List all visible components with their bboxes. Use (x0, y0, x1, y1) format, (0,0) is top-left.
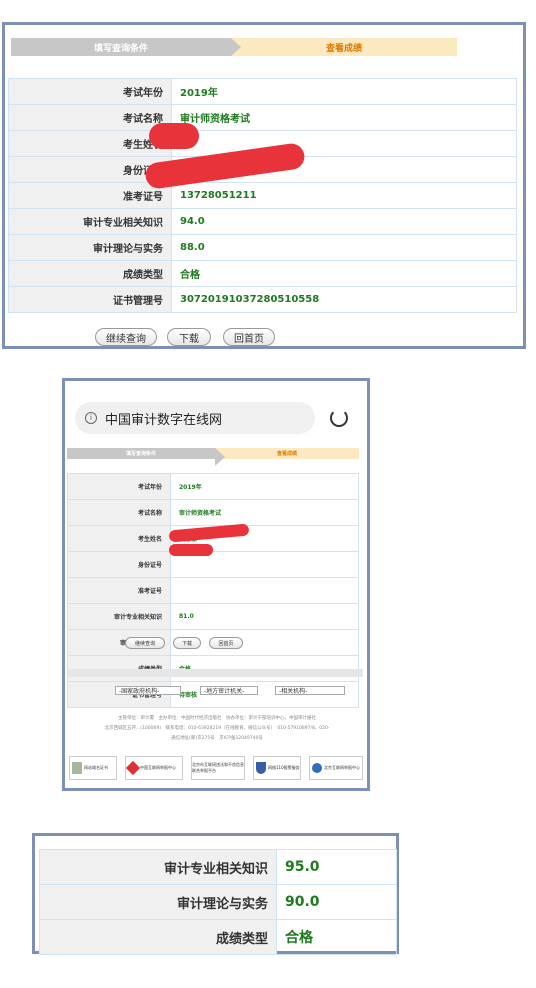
continue-query-button[interactable]: 继续查询 (125, 637, 165, 649)
gov-agency-select[interactable]: -国家政府机构- (115, 686, 181, 695)
table-row: 准考证号 (67, 577, 359, 604)
redaction-mark (169, 544, 213, 556)
report-icon (125, 760, 141, 776)
badge-joint-platform[interactable]: 北京市互联网违法和不良信息联合举报平台 (191, 756, 245, 780)
badge-police-110[interactable]: 网络110报警服务 (253, 756, 301, 780)
badge-domain-cert[interactable]: 网站域名证书 (69, 756, 117, 780)
home-button[interactable]: 回首页 (223, 328, 275, 346)
table-row: 成绩类型合格 (8, 260, 517, 287)
table-row: 考试年份 2019年 (67, 473, 359, 500)
table-row: 证书管理号 30720191037280510558 (8, 286, 517, 313)
continue-query-button[interactable]: 继续查询 (95, 328, 157, 346)
bottom-score-table: 审计专业相关知识 95.0 审计理论与实务 90.0 成绩类型 合格 (39, 849, 397, 955)
table-row: 审计专业相关知识 94.0 (8, 208, 517, 235)
badge-row: 网站域名证书 中国互联网举报中心 北京市互联网违法和不良信息联合举报平台 网络1… (65, 755, 367, 781)
site-title: 中国审计数字在线网 (105, 412, 223, 428)
top-screenshot-frame: 填写查询条件 查看成绩 考试年份 2019年 考试名称 审计师资格考试 考生姓名 身… (2, 22, 526, 349)
step-view-score: 查看成绩 (231, 38, 457, 56)
table-row: 身份证号 (67, 551, 359, 578)
step-view-score: 查看成绩 (215, 448, 359, 459)
table-row: 审计理论与实务 88.0 (8, 234, 517, 261)
reload-icon[interactable] (330, 409, 348, 427)
badge-beijing-report[interactable]: 北京互联网举报中心 (309, 756, 363, 780)
table-row: 审计专业相关知识 81.0 (67, 603, 359, 630)
redaction-mark (149, 123, 199, 149)
footer-text: 主管单位：审计署 主办单位：中国时代经济出版社 协办单位：审计干部培训中心、中国… (104, 716, 330, 741)
middle-progress-steps: 填写查询条件 查看成绩 (67, 448, 359, 466)
table-row: 考试名称 审计师资格考试 (67, 499, 359, 526)
bottom-screenshot-frame: 审计专业相关知识 95.0 审计理论与实务 90.0 成绩类型 合格 (32, 833, 399, 955)
top-score-table: 考试年份 2019年 考试名称 审计师资格考试 考生姓名 身份证号 准考证号 1372… (8, 78, 517, 313)
top-progress-steps: 填写查询条件 查看成绩 (11, 38, 457, 56)
download-button[interactable]: 下载 (167, 328, 211, 346)
download-button[interactable]: 下载 (173, 637, 201, 649)
table-row: 成绩类型合格 (39, 919, 397, 955)
table-row: 考试名称 审计师资格考试 (8, 104, 517, 131)
beijing-report-icon (312, 763, 322, 773)
separator-bar (67, 669, 363, 677)
related-agency-select[interactable]: -相关机构- (275, 686, 345, 695)
table-row: 考试年份 2019年 (8, 78, 517, 105)
middle-screenshot-frame: i 中国审计数字在线网 填写查询条件 查看成绩 考试年份 2019年 考试名称 审计… (62, 378, 370, 791)
cert-icon (72, 762, 82, 774)
browser-address-bar[interactable]: i 中国审计数字在线网 (75, 402, 315, 434)
info-icon: i (85, 412, 97, 424)
home-button[interactable]: 回首页 (209, 637, 243, 649)
table-row: 审计专业相关知识 95.0 (39, 849, 397, 885)
badge-report-center[interactable]: 中国互联网举报中心 (125, 756, 183, 780)
table-row: 准考证号 13728051211 (8, 182, 517, 209)
step-fill-query: 填写查询条件 (67, 448, 225, 466)
step-fill-query: 填写查询条件 (11, 38, 241, 56)
local-audit-select[interactable]: -地方审计机关- (200, 686, 258, 695)
police-shield-icon (256, 762, 266, 774)
table-row: 审计理论与实务 90.0 (39, 884, 397, 920)
